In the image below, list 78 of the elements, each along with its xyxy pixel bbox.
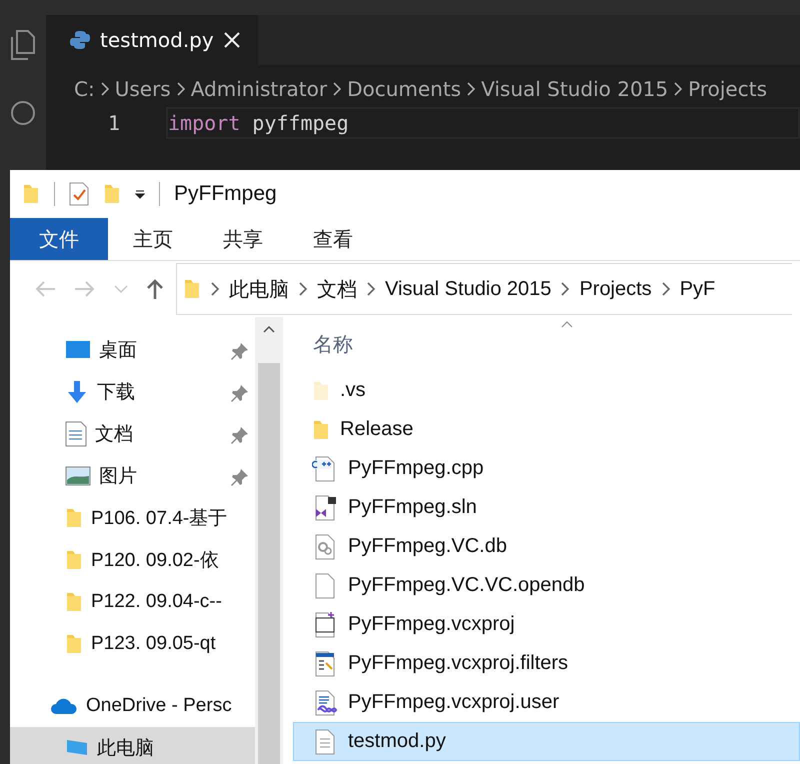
ribbon-tab[interactable]: 共享 [198,218,288,260]
ribbon-tab[interactable]: 主页 [108,218,198,260]
chevron-icon [467,82,476,96]
breadcrumb-item[interactable]: Documents [347,77,462,101]
chevron-icon [367,282,375,296]
circle-icon[interactable] [10,100,36,126]
nav-item[interactable]: P120. 09.02-依 [10,539,255,581]
editor-tab[interactable]: testmod.py [46,15,258,65]
breadcrumb-item[interactable]: Users [114,77,171,101]
file-row[interactable]: .vs [293,371,800,410]
computer-icon [65,738,89,758]
folder-icon [65,633,83,655]
nav-item[interactable]: 下载 [10,371,255,413]
ribbon-tab[interactable]: 文件 [10,218,108,260]
pin-icon[interactable] [231,426,249,444]
file-row[interactable]: PyFFmpeg.vcxproj [293,605,800,644]
picture-icon [65,466,91,486]
address-crumb[interactable]: 此电脑 [229,276,289,302]
nav-item[interactable]: 图片 [10,455,255,497]
column-header[interactable]: 名称 [313,330,353,358]
cloud-icon [50,697,78,715]
file-row[interactable]: PyFFmpeg.sln [293,488,800,527]
close-icon[interactable] [224,32,240,48]
folder-icon [183,278,201,300]
address-crumb[interactable]: Visual Studio 2015 [385,278,552,300]
nav-item[interactable]: P106. 07.4-基于 [10,497,255,539]
nav-item[interactable]: 文档 [10,413,255,455]
folder-icon [22,183,40,205]
chevron-icon [662,282,670,296]
files-icon[interactable] [10,30,36,60]
file-row[interactable]: testmod.py [293,722,800,761]
breadcrumb-item[interactable]: C: [74,77,95,101]
chevron-icon [176,82,185,96]
ribbon-tab[interactable]: 查看 [288,218,378,260]
breadcrumb-item[interactable]: Projects [688,77,767,101]
scrollbar[interactable] [255,317,283,764]
folder-icon [103,183,121,205]
breadcrumb-item[interactable]: Visual Studio 2015 [481,77,668,101]
address-crumb[interactable]: Projects [579,278,652,300]
chevron-icon [100,82,109,96]
sort-caret-icon [561,321,573,328]
folder-icon [312,418,330,440]
file-row[interactable]: PyFFmpeg.cpp [293,449,800,488]
folder-icon [65,591,83,613]
nav-item[interactable]: 此电脑 [10,727,255,764]
download-arrow-icon [65,380,89,404]
chevron-icon [674,82,682,96]
nav-item[interactable]: P122. 09.04-c-- [10,581,255,623]
file-row[interactable]: Release [293,410,800,449]
document-icon [65,421,87,447]
file-row[interactable]: PyFFmpeg.VC.db [293,527,800,566]
desktop-icon [65,340,91,360]
address-bar[interactable]: 此电脑 文档 Visual Studio 2015 Projects PyF [176,263,792,315]
address-crumb[interactable]: PyF [680,278,716,300]
nav-item[interactable]: P123. 09.05-qt [10,623,255,665]
pin-icon[interactable] [231,384,249,402]
folder-icon [65,507,83,529]
folder-icon [312,380,330,402]
checklist-icon[interactable] [69,182,89,206]
pin-icon[interactable] [231,342,249,360]
file-row[interactable]: PyFFmpeg.VC.VC.opendb [293,566,800,605]
dropdown-icon[interactable] [135,189,145,199]
file-row[interactable]: PyFFmpeg.vcxproj.user [293,683,800,722]
chevron-icon [333,82,342,96]
python-icon [70,30,90,50]
chevron-icon [561,282,570,296]
file-row[interactable]: PyFFmpeg.vcxproj.filters [293,644,800,683]
nav-item[interactable]: 桌面 [10,329,255,371]
breadcrumb-item[interactable]: Administrator [190,77,328,101]
line-number: 1 [106,111,121,135]
nav-item[interactable]: OneDrive - Persc [10,685,255,727]
window-title: PyFFmpeg [174,182,277,206]
pin-icon[interactable] [231,468,249,486]
folder-icon [65,549,83,571]
address-crumb[interactable]: 文档 [317,276,357,302]
chevron-icon [299,282,307,296]
chevron-icon [211,282,219,296]
scroll-up-icon[interactable] [263,325,275,333]
